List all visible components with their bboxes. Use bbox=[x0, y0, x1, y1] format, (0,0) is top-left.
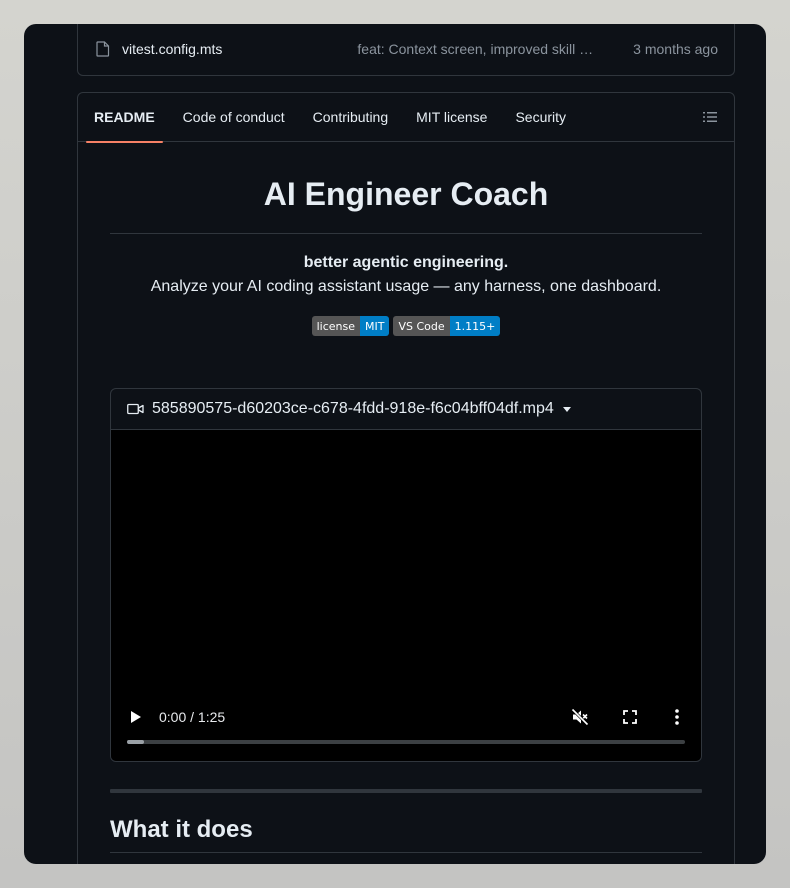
video-filename: 585890575-d60203ce-c678-4fdd-918e-f6c04b… bbox=[152, 400, 554, 417]
section-heading-what-it-does: What it does bbox=[110, 816, 253, 843]
video-filename-toggle[interactable]: 585890575-d60203ce-c678-4fdd-918e-f6c04b… bbox=[111, 389, 701, 430]
muted-speaker-icon[interactable] bbox=[571, 708, 589, 726]
file-icon bbox=[96, 41, 110, 57]
license-badge[interactable]: license MIT bbox=[311, 316, 390, 336]
tab-security[interactable]: Security bbox=[501, 93, 580, 142]
readme-tabs: README Code of conduct Contributing MIT … bbox=[78, 93, 734, 143]
vscode-badge-label: VS Code bbox=[393, 316, 450, 336]
video-progress-fill bbox=[127, 740, 144, 744]
tab-readme[interactable]: README bbox=[86, 93, 163, 143]
video-progress-bar[interactable] bbox=[127, 740, 685, 744]
play-icon[interactable] bbox=[131, 711, 141, 723]
fullscreen-icon[interactable] bbox=[623, 710, 637, 724]
badge-row: license MIT VS Code 1.115+ bbox=[110, 316, 702, 336]
chevron-down-icon bbox=[562, 406, 571, 412]
file-list: vitest.config.mts feat: Context screen, … bbox=[77, 24, 735, 76]
commit-message-link[interactable]: feat: Context screen, improved skill … bbox=[342, 41, 633, 57]
more-options-icon[interactable] bbox=[673, 708, 681, 726]
file-name-link[interactable]: vitest.config.mts bbox=[122, 41, 342, 57]
video-time: 0:00 / 1:25 bbox=[159, 709, 226, 725]
commit-time: 3 months ago bbox=[633, 41, 718, 57]
readme-tagline: better agentic engineering. bbox=[303, 254, 509, 271]
tab-mit-license[interactable]: MIT license bbox=[402, 93, 501, 142]
license-badge-value: MIT bbox=[360, 316, 390, 336]
readme-panel: README Code of conduct Contributing MIT … bbox=[77, 92, 735, 864]
tab-contributing[interactable]: Contributing bbox=[299, 93, 403, 142]
vscode-badge[interactable]: VS Code 1.115+ bbox=[393, 316, 501, 336]
readme-subtitle: Analyze your AI coding assistant usage —… bbox=[150, 278, 662, 295]
readme-content: AI Engineer Coach better agentic enginee… bbox=[110, 142, 702, 853]
video-controls: 0:00 / 1:25 bbox=[111, 691, 701, 761]
vscode-badge-value: 1.115+ bbox=[449, 316, 501, 336]
outline-list-icon[interactable] bbox=[702, 109, 718, 125]
file-row[interactable]: vitest.config.mts feat: Context screen, … bbox=[78, 24, 734, 76]
video-embed: 585890575-d60203ce-c678-4fdd-918e-f6c04b… bbox=[110, 388, 702, 762]
readme-title: AI Engineer Coach bbox=[110, 176, 702, 234]
github-window: vitest.config.mts feat: Context screen, … bbox=[24, 24, 766, 864]
video-camera-icon bbox=[127, 403, 144, 415]
tab-code-of-conduct[interactable]: Code of conduct bbox=[169, 93, 299, 142]
video-player[interactable]: 0:00 / 1:25 bbox=[111, 430, 701, 761]
horizontal-rule bbox=[110, 789, 702, 793]
license-badge-label: license bbox=[311, 316, 361, 336]
heading-underline bbox=[110, 852, 702, 853]
